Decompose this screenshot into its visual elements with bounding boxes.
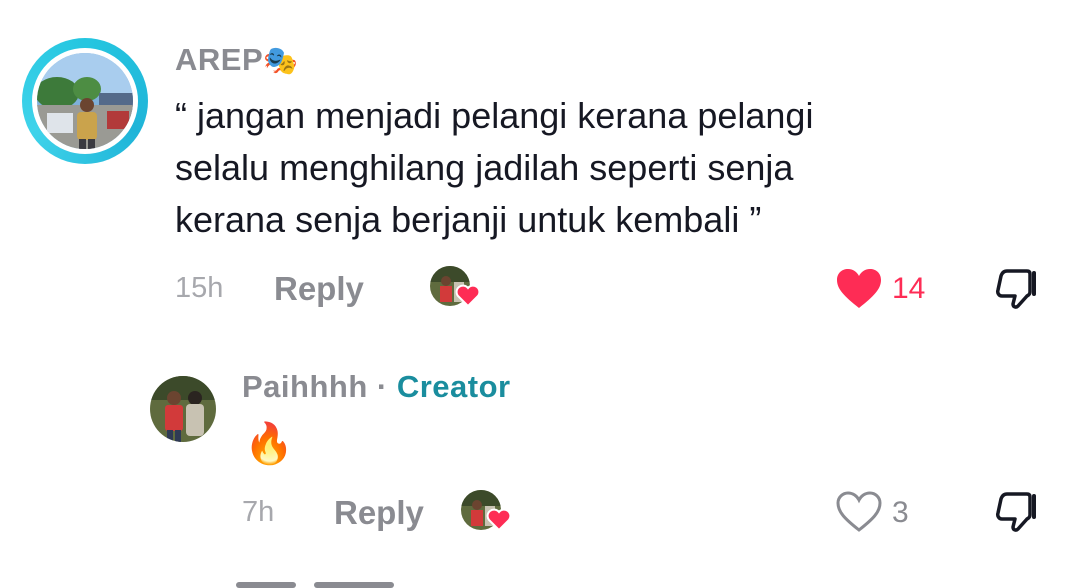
like-count: 3 (892, 496, 909, 529)
reply-button[interactable]: Reply (274, 270, 364, 308)
comment-text-line: selalu menghilang jadilah seperti senja (175, 147, 794, 188)
fire-icon: 🔥 (244, 422, 294, 466)
like-count: 14 (892, 272, 926, 305)
heart-outline-icon[interactable] (836, 491, 882, 538)
reply-username[interactable]: Paihhhh (242, 369, 368, 404)
reply-timestamp: 7h (242, 496, 275, 528)
creator-badge: Creator (396, 369, 511, 404)
thumbs-down-icon[interactable] (994, 491, 1042, 540)
comment-text: “ jangan menjadi pelangi kerana pelangi … (175, 90, 813, 246)
theater-masks-icon: 🎭 (263, 45, 299, 76)
comment-username[interactable]: AREP🎭 (175, 42, 299, 78)
truncated-text (236, 582, 296, 588)
comment-text-line: kerana senja berjanji untuk kembali ” (175, 199, 762, 240)
next-reply-cutoff (236, 572, 436, 588)
separator-dot: · (376, 369, 388, 404)
thumbs-down-icon[interactable] (994, 268, 1042, 317)
username-text[interactable]: AREP (175, 42, 263, 77)
heart-icon (486, 508, 512, 532)
reply-button[interactable]: Reply (334, 494, 424, 532)
heart-icon[interactable] (836, 268, 882, 315)
comment-text-line: “ jangan menjadi pelangi kerana pelangi (175, 95, 814, 136)
comment-timestamp: 15h (175, 272, 224, 304)
truncated-text (314, 582, 395, 588)
heart-icon (455, 284, 481, 308)
reply-username-row: Paihhhh · Creator (242, 369, 511, 405)
avatar[interactable] (37, 53, 133, 149)
avatar[interactable] (150, 376, 216, 442)
